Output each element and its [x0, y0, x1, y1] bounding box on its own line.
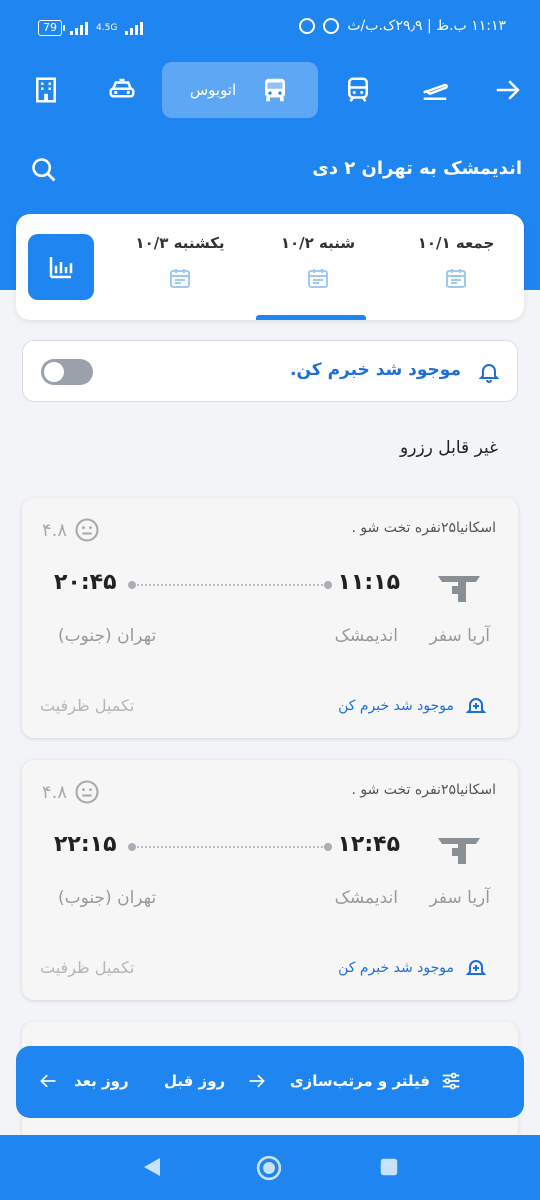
rating-value: ۴.۸: [42, 519, 68, 541]
company-name: آریا سفر: [429, 626, 490, 646]
status-bar: 79 4.5G ۱۱:۱۳ ب.ظ | ۲۹٫۹ک.ب/ث: [0, 0, 540, 58]
date-label: جمعه ۱۰/۱: [417, 234, 495, 252]
train-tab[interactable]: [338, 62, 378, 118]
route-line: [128, 581, 332, 589]
availability-alert-label: موجود شد خبرم کن.: [290, 360, 461, 380]
hotel-tab[interactable]: [26, 62, 66, 118]
date-tab-saturday[interactable]: شنبه ۱۰/۲: [250, 214, 386, 320]
destination-city: تهران (جنوب): [58, 626, 157, 646]
rating: ۴.۸: [42, 516, 101, 544]
date-label: یکشنبه ۱۰/۳: [135, 234, 225, 252]
calendar-icon: [446, 269, 466, 288]
company-name: آریا سفر: [429, 888, 490, 908]
bell-icon: [478, 364, 500, 383]
notify-link-label: موجود شد خبرم کن: [338, 698, 454, 714]
signal-icon-2: [125, 21, 144, 35]
company-logo-icon: [438, 838, 480, 864]
tab-bus-label: اتوبوس: [189, 81, 237, 99]
company-logo-icon: [438, 576, 480, 602]
notify-when-available-button[interactable]: موجود شد خبرم کن: [338, 694, 488, 718]
availability-alert-toggle[interactable]: [41, 359, 93, 385]
bottom-action-bar: فیلتر و مرتب‌سازی روز قبل روز بعد: [16, 1046, 524, 1118]
taxi-icon: [109, 78, 135, 98]
arrival-time: ۲۰:۴۵: [54, 570, 117, 595]
system-nav-bar: [0, 1135, 540, 1200]
alarm-icon: [323, 18, 340, 34]
flight-tab[interactable]: [414, 62, 456, 118]
destination-city: تهران (جنوب): [58, 888, 157, 908]
taxi-tab[interactable]: [102, 62, 142, 118]
trip-card[interactable]: اسکانیا۲۵نفره تخت شو . ۴.۸ ۱۱:۱۵ ۲۰:۴۵ آ…: [22, 498, 518, 738]
capacity-status: تکمیل ظرفیت: [40, 958, 135, 977]
route-line: [128, 843, 332, 851]
filter-sort-button[interactable]: فیلتر و مرتب‌سازی: [290, 1070, 462, 1092]
nav-recents-icon[interactable]: [378, 1156, 400, 1178]
signal-icon: [70, 21, 88, 35]
date-label: شنبه ۱۰/۲: [280, 234, 356, 252]
filter-icon: [442, 1072, 460, 1090]
departure-time: ۱۲:۴۵: [337, 832, 400, 857]
section-title: غیر قابل رزرو: [400, 438, 498, 458]
price-chart-button[interactable]: [28, 234, 94, 300]
availability-alert-card: موجود شد خبرم کن.: [22, 340, 518, 402]
nav-back-icon[interactable]: [140, 1155, 164, 1179]
next-day-button[interactable]: روز بعد: [38, 1071, 129, 1091]
tab-bus[interactable]: اتوبوس: [162, 62, 318, 118]
trip-card[interactable]: اسکانیا۲۵نفره تخت شو . ۴.۸ ۱۲:۴۵ ۲۲:۱۵ آ…: [22, 760, 518, 1000]
nav-home-icon[interactable]: [256, 1155, 282, 1181]
back-button[interactable]: [490, 62, 526, 118]
calendar-icon: [308, 269, 328, 288]
search-icon[interactable]: [30, 156, 58, 184]
notify-when-available-button[interactable]: موجود شد خبرم کن: [338, 956, 488, 980]
filter-sort-label: فیلتر و مرتب‌سازی: [289, 1072, 430, 1090]
network-type: 4.5G: [96, 22, 118, 33]
status-time: ۱۱:۱۳ ب.ظ | ۲۹٫۹ک.ب/ث: [347, 18, 506, 34]
date-tab-friday[interactable]: جمعه ۱۰/۱: [388, 214, 524, 320]
smile-icon: [75, 780, 99, 804]
airplane-icon: [423, 83, 448, 100]
arrow-right-icon: [496, 80, 520, 100]
bus-type: اسکانیا۲۵نفره تخت شو .: [351, 782, 496, 798]
chrome-icon: [299, 18, 316, 34]
bus-icon: [265, 78, 286, 102]
date-tab-sunday[interactable]: یکشنبه ۱۰/۳: [112, 214, 248, 320]
capacity-status: تکمیل ظرفیت: [40, 696, 135, 715]
route-title: اندیمشک به تهران ۲ دی: [312, 158, 522, 179]
origin-city: اندیمشک: [334, 888, 398, 908]
previous-day-label: روز قبل: [164, 1072, 226, 1090]
origin-city: اندیمشک: [334, 626, 398, 646]
chart-icon: [49, 257, 73, 279]
calendar-icon: [170, 269, 190, 288]
next-day-label: روز بعد: [74, 1072, 129, 1090]
arrow-right-icon: [249, 1074, 266, 1088]
battery-indicator: 79: [38, 20, 65, 36]
bus-type: اسکانیا۲۵نفره تخت شو .: [351, 520, 496, 536]
previous-day-button[interactable]: روز قبل: [164, 1071, 267, 1091]
smile-icon: [75, 518, 99, 542]
train-icon: [348, 77, 368, 102]
bell-plus-icon: [465, 960, 487, 975]
arrow-left-icon: [40, 1074, 56, 1088]
hotel-icon: [36, 77, 56, 103]
route-bar: اندیمشک به تهران ۲ دی: [0, 150, 540, 194]
notify-link-label: موجود شد خبرم کن: [338, 960, 454, 976]
bell-plus-icon: [465, 698, 487, 713]
arrival-time: ۲۲:۱۵: [54, 832, 117, 857]
rating-value: ۴.۸: [42, 781, 68, 803]
departure-time: ۱۱:۱۵: [337, 570, 400, 595]
rating: ۴.۸: [42, 778, 101, 806]
transport-tabs: اتوبوس: [0, 62, 540, 118]
